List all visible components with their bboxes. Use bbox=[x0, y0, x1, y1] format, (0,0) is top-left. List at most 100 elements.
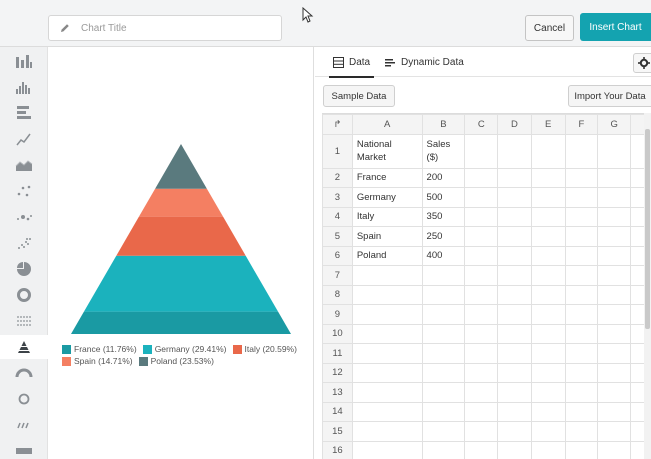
row-number[interactable]: 9 bbox=[322, 304, 353, 325]
table-cell[interactable] bbox=[464, 401, 499, 422]
table-cell[interactable] bbox=[564, 226, 599, 247]
table-cell[interactable] bbox=[351, 323, 423, 344]
pyramid-segment-germany[interactable] bbox=[83, 255, 279, 312]
table-cell[interactable] bbox=[351, 401, 423, 422]
dot-matrix-icon[interactable] bbox=[0, 309, 48, 333]
table-cell[interactable] bbox=[464, 421, 499, 442]
corner-cell[interactable]: ↱ bbox=[322, 114, 353, 135]
table-cell[interactable] bbox=[497, 382, 532, 403]
table-cell[interactable] bbox=[530, 382, 566, 403]
table-cell[interactable] bbox=[564, 362, 599, 383]
column-header[interactable]: D bbox=[497, 114, 532, 135]
gauge-icon[interactable] bbox=[0, 361, 48, 385]
table-cell[interactable] bbox=[497, 362, 532, 383]
legend-item[interactable]: Germany (29.41%) bbox=[142, 344, 227, 354]
pyramid-segment-spain[interactable] bbox=[138, 188, 224, 217]
import-data-button[interactable]: Import Your Data bbox=[568, 85, 651, 107]
bar-icon[interactable] bbox=[0, 439, 48, 459]
cancel-button[interactable]: Cancel bbox=[525, 15, 574, 41]
ring-icon[interactable] bbox=[0, 387, 48, 411]
histogram-icon[interactable] bbox=[0, 75, 48, 99]
table-cell[interactable] bbox=[597, 206, 632, 227]
table-cell[interactable] bbox=[464, 284, 499, 305]
table-cell[interactable] bbox=[564, 304, 599, 325]
table-cell[interactable]: Spain bbox=[351, 226, 423, 247]
table-cell[interactable] bbox=[597, 440, 632, 459]
table-cell[interactable] bbox=[530, 133, 566, 169]
table-cell[interactable] bbox=[530, 343, 566, 364]
table-cell[interactable] bbox=[497, 323, 532, 344]
table-cell[interactable] bbox=[497, 133, 532, 169]
table-cell[interactable] bbox=[351, 304, 423, 325]
table-cell[interactable] bbox=[564, 343, 599, 364]
table-cell[interactable]: Poland bbox=[351, 245, 423, 266]
table-cell[interactable] bbox=[597, 133, 632, 169]
table-cell[interactable] bbox=[464, 382, 499, 403]
column-header[interactable]: A bbox=[351, 114, 423, 135]
table-cell[interactable] bbox=[421, 440, 466, 459]
tab-data[interactable]: Data bbox=[328, 47, 375, 78]
pyramid-segment-italy[interactable] bbox=[116, 216, 246, 256]
table-cell[interactable] bbox=[597, 382, 632, 403]
table-cell[interactable] bbox=[421, 284, 466, 305]
table-cell[interactable] bbox=[351, 421, 423, 442]
row-number[interactable]: 3 bbox=[322, 187, 353, 208]
table-cell[interactable] bbox=[497, 187, 532, 208]
table-cell[interactable] bbox=[530, 421, 566, 442]
row-number[interactable]: 5 bbox=[322, 226, 353, 247]
table-cell[interactable] bbox=[597, 421, 632, 442]
row-number[interactable]: 16 bbox=[322, 440, 353, 459]
table-cell[interactable] bbox=[564, 265, 599, 286]
line-chart-icon[interactable] bbox=[0, 127, 48, 151]
table-cell[interactable] bbox=[421, 343, 466, 364]
row-number[interactable]: 14 bbox=[322, 401, 353, 422]
area-chart-icon[interactable] bbox=[0, 153, 48, 177]
table-cell[interactable]: Sales ($) bbox=[421, 133, 466, 169]
table-cell[interactable] bbox=[351, 440, 423, 459]
table-cell[interactable] bbox=[530, 226, 566, 247]
table-cell[interactable] bbox=[351, 362, 423, 383]
table-cell[interactable] bbox=[530, 284, 566, 305]
scrollbar-thumb[interactable] bbox=[645, 129, 650, 329]
table-cell[interactable] bbox=[497, 401, 532, 422]
table-cell[interactable] bbox=[530, 323, 566, 344]
legend-item[interactable]: Spain (14.71%) bbox=[62, 356, 133, 366]
table-cell[interactable] bbox=[597, 401, 632, 422]
table-cell[interactable]: 400 bbox=[421, 245, 466, 266]
table-cell[interactable] bbox=[497, 265, 532, 286]
table-cell[interactable] bbox=[421, 265, 466, 286]
table-cell[interactable] bbox=[564, 421, 599, 442]
row-number[interactable]: 15 bbox=[322, 421, 353, 442]
table-cell[interactable] bbox=[351, 265, 423, 286]
table-cell[interactable] bbox=[351, 343, 423, 364]
row-number[interactable]: 12 bbox=[322, 362, 353, 383]
table-cell[interactable] bbox=[564, 206, 599, 227]
table-cell[interactable] bbox=[597, 245, 632, 266]
insert-chart-button[interactable]: Insert Chart bbox=[580, 13, 651, 41]
column-header[interactable]: F bbox=[564, 114, 599, 135]
table-cell[interactable] bbox=[530, 304, 566, 325]
row-number[interactable]: 8 bbox=[322, 284, 353, 305]
column-header[interactable]: E bbox=[530, 114, 566, 135]
table-cell[interactable] bbox=[421, 421, 466, 442]
table-cell[interactable] bbox=[530, 401, 566, 422]
table-cell[interactable] bbox=[421, 362, 466, 383]
table-cell[interactable] bbox=[351, 284, 423, 305]
vertical-scrollbar[interactable] bbox=[644, 113, 651, 459]
table-cell[interactable] bbox=[351, 382, 423, 403]
table-cell[interactable] bbox=[464, 265, 499, 286]
table-cell[interactable] bbox=[497, 206, 532, 227]
table-cell[interactable] bbox=[421, 323, 466, 344]
row-number[interactable]: 11 bbox=[322, 343, 353, 364]
table-cell[interactable] bbox=[421, 304, 466, 325]
table-cell[interactable]: Germany bbox=[351, 187, 423, 208]
row-number[interactable]: 4 bbox=[322, 206, 353, 227]
table-cell[interactable] bbox=[464, 133, 499, 169]
table-cell[interactable] bbox=[597, 304, 632, 325]
donut-chart-icon[interactable] bbox=[0, 283, 48, 307]
pyramid-chart-icon[interactable] bbox=[0, 335, 48, 359]
spreadsheet-grid[interactable]: ↱ A B C D E F G 1 National Market Sales ($… bbox=[322, 113, 651, 459]
table-cell[interactable] bbox=[530, 362, 566, 383]
table-cell[interactable] bbox=[564, 323, 599, 344]
table-cell[interactable] bbox=[564, 167, 599, 188]
